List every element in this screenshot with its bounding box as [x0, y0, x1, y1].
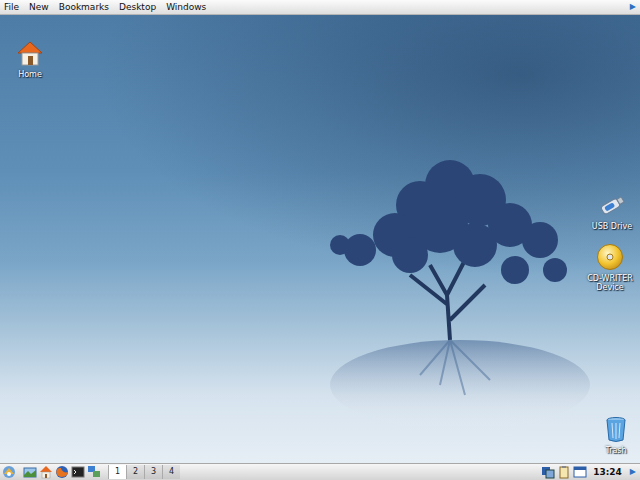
desktop-show-icon[interactable]	[23, 465, 37, 479]
desktop-icon[interactable]: Trash	[588, 415, 640, 455]
workspace-button[interactable]: 1	[108, 465, 126, 479]
clock[interactable]: 13:24	[590, 465, 625, 479]
taskbar-right: 13:24 ▶	[541, 465, 638, 479]
workspace-button[interactable]: 4	[162, 465, 180, 479]
start-menu-icon	[2, 465, 16, 479]
clock-text: 13:24	[590, 465, 625, 479]
desktop-icon-label: USB Drive	[584, 222, 640, 231]
home-folder-icon[interactable]	[39, 465, 53, 479]
menu-items: File New Bookmarks Desktop Windows	[4, 0, 206, 14]
desktop-icon-label: Home	[2, 70, 58, 79]
screen: File New Bookmarks Desktop Windows ▶ Home USB…	[0, 0, 640, 480]
desktop-icon-label: Trash	[588, 446, 640, 455]
trash-icon	[602, 415, 630, 443]
clipboard-icon[interactable]	[557, 465, 571, 479]
menu-expand-button[interactable]: ▶	[628, 1, 638, 13]
desktop-icon[interactable]: CD-WRITER Device	[582, 243, 638, 292]
taskbar: 1234 13:24 ▶	[0, 463, 640, 480]
quick-launch	[23, 465, 101, 479]
menu-bar: File New Bookmarks Desktop Windows ▶	[0, 0, 640, 15]
desktop[interactable]: Home USB Drive CD-WRITER Device Trash	[0, 15, 640, 463]
workspace-button[interactable]: 3	[144, 465, 162, 479]
window-list-icon[interactable]	[573, 465, 587, 479]
menu-item[interactable]: New	[29, 0, 49, 14]
menu-item[interactable]: Bookmarks	[59, 0, 109, 14]
usb-icon	[598, 191, 626, 219]
firefox-icon[interactable]	[55, 465, 69, 479]
wallpaper-tree-icon	[300, 145, 600, 463]
system-tray	[541, 465, 587, 479]
start-menu-button[interactable]	[2, 465, 16, 479]
taskbar-expand-button[interactable]: ▶	[628, 466, 638, 478]
menu-item[interactable]: Desktop	[119, 0, 156, 14]
workspace-pager: 1234	[108, 465, 180, 479]
network-monitor-icon[interactable]	[541, 465, 555, 479]
desktop-icon-label: CD-WRITER Device	[582, 274, 638, 292]
menu-item[interactable]: Windows	[166, 0, 206, 14]
cd-icon	[596, 243, 624, 271]
network-icon[interactable]	[87, 465, 101, 479]
workspace-button[interactable]: 2	[126, 465, 144, 479]
home-icon	[16, 39, 44, 67]
desktop-icon[interactable]: Home	[2, 39, 58, 79]
desktop-icon[interactable]: USB Drive	[584, 191, 640, 231]
menu-item[interactable]: File	[4, 0, 19, 14]
taskbar-left: 1234	[2, 465, 180, 479]
terminal-icon[interactable]	[71, 465, 85, 479]
